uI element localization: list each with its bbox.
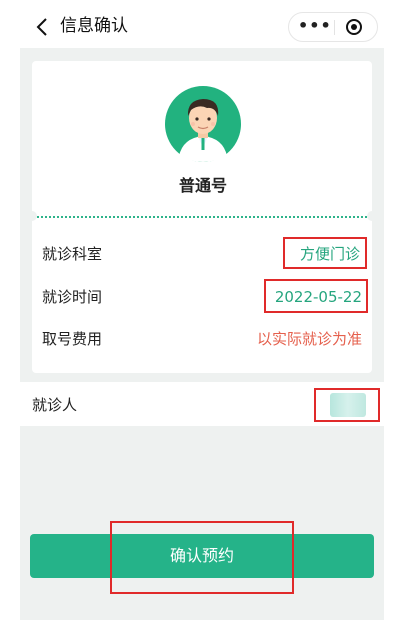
capsule-divider xyxy=(334,20,335,35)
chevron-left-icon[interactable] xyxy=(32,16,54,38)
ticket-type: 普通号 xyxy=(178,176,227,195)
card-notch-right xyxy=(367,211,377,221)
visit-time-label: 就诊时间 xyxy=(42,288,103,306)
fee-value: 以实际就诊为准 xyxy=(256,330,362,348)
patient-label: 就诊人 xyxy=(32,396,78,414)
department-label: 就诊科室 xyxy=(42,245,103,263)
dotted-divider xyxy=(34,216,370,218)
card-notch-left xyxy=(27,211,37,221)
visit-time-highlight xyxy=(264,279,368,313)
department-highlight xyxy=(283,237,367,269)
more-button[interactable]: ••• xyxy=(298,13,331,41)
patient-highlight xyxy=(314,388,380,422)
target-icon[interactable] xyxy=(345,18,363,36)
fee-label: 取号费用 xyxy=(42,330,103,348)
confirm-highlight xyxy=(110,521,294,594)
page-title: 信息确认 xyxy=(60,16,128,36)
miniprogram-capsule: ••• xyxy=(288,12,378,42)
doctor-avatar-icon xyxy=(165,86,241,162)
